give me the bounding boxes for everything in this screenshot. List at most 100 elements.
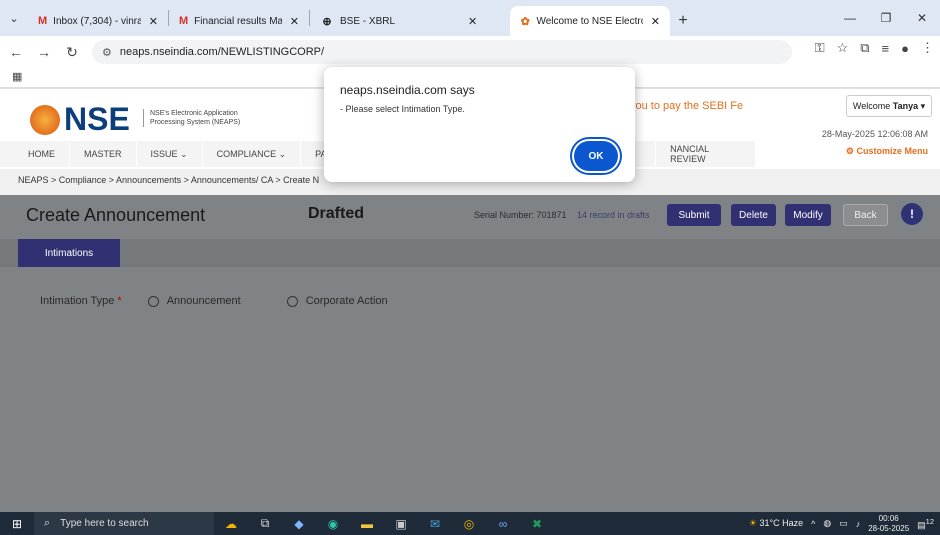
globe-icon: ⊕ (322, 15, 332, 28)
system-tray: ☀ 31°C Haze ^ ◍ ▭ ♪ 00:06 28-05-2025 ▤12 (749, 512, 940, 535)
close-icon[interactable]: ✕ (468, 15, 477, 28)
nse-logo-icon (30, 105, 60, 135)
close-icon[interactable]: ✕ (651, 15, 660, 28)
logo-sub-line: NSE's Electronic Application (150, 110, 238, 117)
browser-tab-gmail[interactable]: M Inbox (7,304) - vinraina@gmail. ✕ (28, 6, 168, 36)
customize-label: Customize Menu (856, 146, 928, 156)
url-input[interactable]: ⚙ neaps.nseindia.com/NEWLISTINGCORP/ (92, 40, 792, 64)
browser-tab-bse[interactable]: ⊕ BSE - XBRL ✕ (310, 6, 510, 36)
reading-list-icon[interactable]: ≡ (882, 41, 890, 56)
taskbar-search-input[interactable]: ⌕ Type here to search (34, 512, 214, 535)
tab-label: Financial results March 2025 - (194, 15, 282, 27)
address-toolbar: ← → ↻ ⚙ neaps.nseindia.com/NEWLISTINGCOR… (0, 36, 940, 68)
welcome-user-dropdown[interactable]: Welcome Tanya ▾ (846, 95, 932, 117)
info-icon[interactable]: ! (901, 203, 923, 225)
alert-dialog: neaps.nseindia.com says - Please select … (324, 67, 635, 182)
welcome-label: Welcome (852, 101, 891, 111)
logo-sub-line: Processing System (NEAPS) (150, 119, 241, 126)
menu-financial-review[interactable]: NANCIAL REVIEW (656, 141, 757, 167)
excel-icon[interactable]: ✖ (520, 512, 554, 535)
forward-arrow-icon[interactable]: → (32, 40, 56, 64)
customize-menu-link[interactable]: ⚙ Customize Menu (846, 146, 928, 157)
menu-label: ISSUE (150, 149, 178, 159)
bookmark-star-icon[interactable]: ☆ (837, 40, 849, 56)
new-tab-button[interactable]: + (670, 6, 696, 36)
browser-tab-financial[interactable]: M Financial results March 2025 - ✕ (169, 6, 309, 36)
status-label: Drafted (308, 205, 365, 222)
gmail-icon: M (38, 15, 48, 27)
tray-chevron-icon[interactable]: ^ (811, 519, 815, 529)
nse-favicon-icon: ✿ (520, 15, 530, 28)
restore-icon[interactable]: ❐ (868, 0, 904, 36)
intimation-type-label: Intimation Type (40, 295, 115, 307)
notification-icon[interactable]: ▤12 (917, 517, 934, 531)
radio-corporate-action[interactable]: Corporate Action (286, 295, 388, 307)
apps-grid-icon[interactable]: ▦ (12, 70, 22, 83)
windows-start-icon[interactable]: ⊞ (0, 512, 34, 535)
mail-icon[interactable]: ✉ (418, 512, 452, 535)
task-view-icon[interactable]: ⧉ (248, 512, 282, 535)
gmail-icon: M (179, 15, 189, 27)
tab-label: Welcome to NSE Electronic App (536, 15, 642, 27)
password-key-icon[interactable]: ⚿ (815, 40, 825, 56)
windows-taskbar: ⊞ ⌕ Type here to search ☁ ⧉ ◆ ◉ ▬ ▣ ✉ ◎ … (0, 512, 940, 535)
edge-icon[interactable]: ◉ (316, 512, 350, 535)
delete-button[interactable]: Delete (731, 204, 776, 226)
close-window-icon[interactable]: ✕ (904, 0, 940, 36)
form-titlebar: Create Announcement Drafted Serial Numbe… (0, 195, 940, 235)
volume-icon[interactable]: ♪ (856, 519, 861, 529)
page-title: Create Announcement (26, 205, 206, 225)
chrome-icon[interactable]: ◎ (452, 512, 486, 535)
url-text: neaps.nseindia.com/NEWLISTINGCORP/ (119, 46, 325, 58)
required-mark: * (117, 295, 122, 307)
submit-button[interactable]: Submit (667, 204, 721, 226)
serial-number: Serial Number: 701871 (474, 210, 567, 220)
caret-down-icon: ▾ (920, 100, 926, 111)
intimation-type-row: Intimation Type * Announcement Corporate… (40, 295, 388, 307)
search-icon: ⌕ (44, 517, 51, 529)
minimize-icon[interactable]: — (832, 0, 868, 36)
menu-home[interactable]: HOME (0, 141, 70, 167)
network-icon[interactable]: ◍ (823, 518, 831, 529)
weather-widget-icon[interactable]: ☁ (214, 512, 248, 535)
app-icon[interactable]: ∞ (486, 512, 520, 535)
profile-avatar[interactable]: ● (901, 41, 909, 56)
battery-icon[interactable]: ▭ (839, 518, 848, 529)
clock[interactable]: 00:06 28-05-2025 (868, 514, 909, 534)
announcement-marquee: you to pay the SEBI Fe (630, 100, 744, 112)
site-settings-icon[interactable]: ⚙ (102, 46, 112, 59)
menu-label: COMPLIANCE (216, 149, 277, 159)
extensions-icon[interactable]: ⧉ (860, 40, 869, 56)
tab-label: BSE - XBRL (340, 15, 396, 27)
tab-search-icon[interactable]: ⌄ (0, 0, 28, 36)
tab-intimations[interactable]: Intimations (18, 239, 120, 267)
back-button[interactable]: Back (843, 204, 888, 226)
radio-label: Announcement (166, 295, 241, 307)
weather-icon: ☀ (748, 518, 757, 528)
store-icon[interactable]: ▣ (384, 512, 418, 535)
copilot-icon[interactable]: ◆ (282, 512, 316, 535)
drafts-link[interactable]: 14 record in drafts (577, 210, 650, 220)
menu-compliance[interactable]: COMPLIANCE ⌄ (202, 141, 302, 167)
radio-circle-icon (147, 295, 159, 307)
notification-count: 12 (925, 516, 934, 526)
close-icon[interactable]: ✕ (290, 15, 299, 28)
reload-icon[interactable]: ↻ (60, 40, 84, 64)
weather-status[interactable]: ☀ 31°C Haze (749, 518, 803, 529)
menu-dots-icon[interactable]: ⋮ (921, 40, 934, 56)
radio-circle-icon (286, 295, 298, 307)
back-arrow-icon[interactable]: ← (4, 40, 28, 64)
nse-logo-text: NSE (64, 101, 130, 137)
browser-tab-nse[interactable]: ✿ Welcome to NSE Electronic App ✕ (510, 6, 670, 36)
radio-announcement[interactable]: Announcement (147, 295, 241, 307)
browser-tab-strip: ⌄ M Inbox (7,304) - vinraina@gmail. ✕ M … (0, 0, 940, 36)
user-name: Tanya (892, 101, 919, 111)
weather-text: 31°C Haze (759, 518, 804, 528)
modify-button[interactable]: Modify (785, 204, 831, 226)
menu-issue[interactable]: ISSUE ⌄ (136, 141, 203, 167)
file-explorer-icon[interactable]: ▬ (350, 512, 384, 535)
modal-overlay-panel: Create Announcement Drafted Serial Numbe… (0, 195, 940, 512)
ok-button[interactable]: OK (574, 141, 618, 171)
close-icon[interactable]: ✕ (149, 15, 158, 28)
menu-master[interactable]: MASTER (70, 141, 137, 167)
